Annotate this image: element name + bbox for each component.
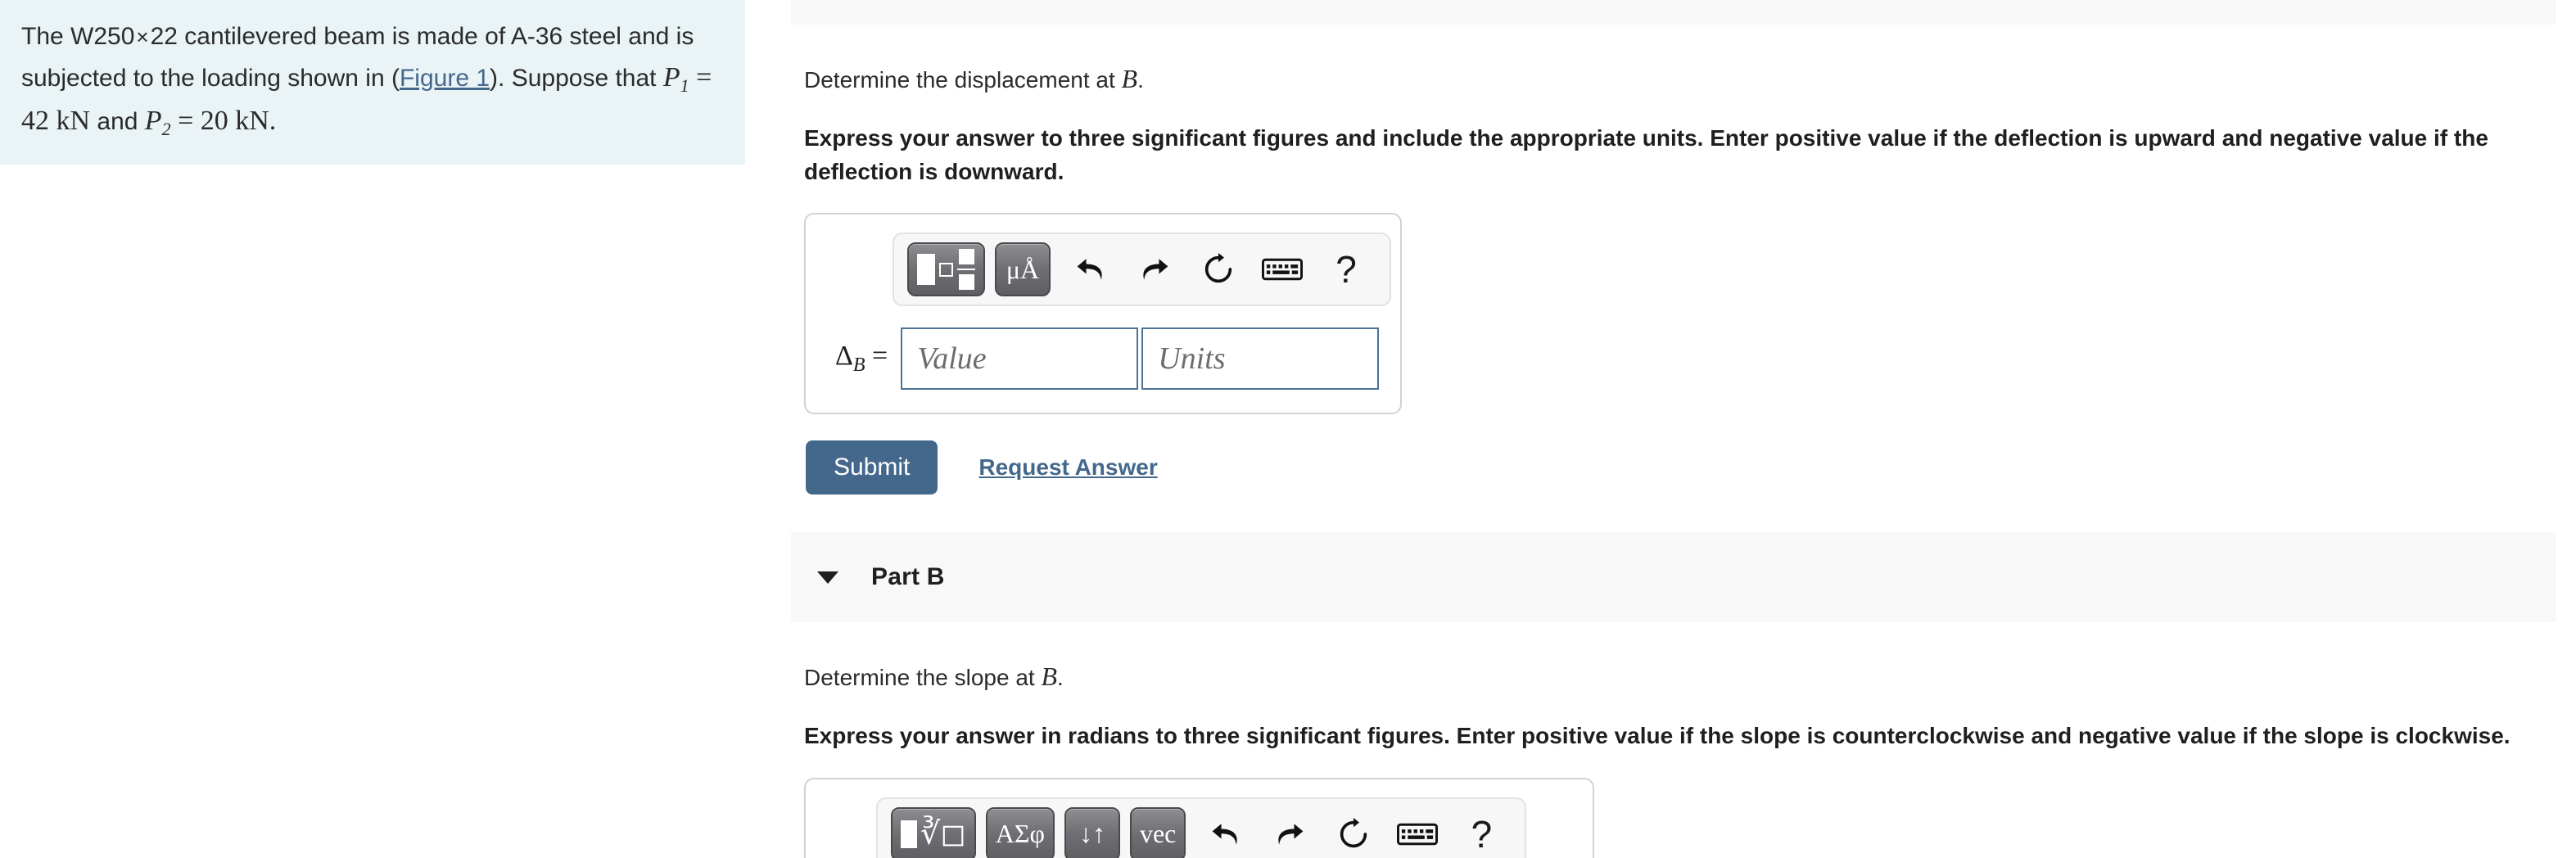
part-a-prompt-variable: B xyxy=(1121,64,1138,93)
undo-icon[interactable] xyxy=(1195,807,1256,858)
part-b-prompt-text: Determine the slope at xyxy=(804,665,1042,691)
part-a-variable-label: ΔB = xyxy=(835,341,888,377)
part-b-answer-box: ∛◻ ΑΣφ ↓↑ vec ? xyxy=(804,777,1594,858)
help-icon[interactable]: ? xyxy=(1316,242,1376,296)
vec-button-label: vec xyxy=(1139,819,1177,849)
vector-icon[interactable]: vec xyxy=(1129,806,1186,858)
units-button-label: μÅ xyxy=(1006,254,1040,284)
redo-icon[interactable] xyxy=(1259,807,1320,858)
part-a-input-row: ΔB = xyxy=(827,327,1380,391)
template-layout-glyph xyxy=(917,249,975,291)
part-a-math-toolbar: μÅ ? xyxy=(893,233,1391,307)
p2-value: = 20 kN. xyxy=(170,105,277,136)
reset-icon[interactable] xyxy=(1188,242,1249,296)
part-a-prompt-text: Determine the displacement at xyxy=(804,67,1122,93)
part-a-equals-sign: = xyxy=(872,341,888,372)
part-b-math-toolbar: ∛◻ ΑΣφ ↓↑ vec ? xyxy=(876,797,1527,858)
chevron-down-icon[interactable] xyxy=(817,571,838,584)
p1-subscript: 1 xyxy=(680,75,689,96)
part-a-body: Determine the displacement at B. Express… xyxy=(791,64,2576,495)
reset-icon[interactable] xyxy=(1323,807,1384,858)
redo-icon[interactable] xyxy=(1124,242,1185,296)
part-b-instruction: Express your answer in radians to three … xyxy=(804,723,2510,749)
template-layout-icon[interactable] xyxy=(907,242,985,297)
page-root: The W250×22 cantilevered beam is made of… xyxy=(0,0,2576,858)
part-b-prompt-period: . xyxy=(1057,665,1064,691)
part-a-prompt-period: . xyxy=(1137,67,1144,93)
part-a-units-input[interactable] xyxy=(1141,327,1380,391)
part-a-instruction: Express your answer to three significant… xyxy=(804,125,2488,184)
problem-text-part1: The W250 xyxy=(21,23,135,50)
keyboard-icon[interactable] xyxy=(1252,242,1313,296)
arrows-updown-icon[interactable]: ↓↑ xyxy=(1064,806,1120,858)
part-a-delta-subscript: B xyxy=(852,354,865,377)
request-answer-link[interactable]: Request Answer xyxy=(978,454,1157,481)
greek-button-label: ΑΣφ xyxy=(995,819,1045,849)
figure-1-link[interactable]: Figure 1 xyxy=(400,65,490,92)
part-a-prompt: Determine the displacement at B. xyxy=(804,64,2576,94)
times-symbol: × xyxy=(136,25,149,49)
part-b-prompt-variable: B xyxy=(1041,662,1058,692)
submit-button[interactable]: Submit xyxy=(806,440,938,495)
part-b-body: Determine the slope at B. Express your a… xyxy=(791,662,2576,858)
p1-symbol: P xyxy=(662,61,680,93)
radical-template-icon[interactable]: ∛◻ xyxy=(891,806,976,858)
problem-text-part3: ). Suppose that xyxy=(490,64,663,92)
part-a-value-input[interactable] xyxy=(901,327,1139,391)
p2-symbol: P xyxy=(144,105,162,136)
part-a-delta-symbol: Δ xyxy=(835,341,853,372)
units-micro-angstrom-icon[interactable]: μÅ xyxy=(995,242,1051,297)
radical-template-glyph: ∛◻ xyxy=(901,819,966,850)
undo-icon[interactable] xyxy=(1060,242,1121,296)
problem-text: The W250×22 cantilevered beam is made of… xyxy=(21,18,717,143)
p2-subscript: 2 xyxy=(161,118,171,139)
conjunction-and: and xyxy=(90,107,145,135)
part-a-actions: Submit Request Answer xyxy=(804,440,2576,495)
help-icon[interactable]: ? xyxy=(1451,807,1512,858)
answer-panel: Determine the displacement at B. Express… xyxy=(745,0,2576,858)
part-b-prompt: Determine the slope at B. xyxy=(804,662,2576,692)
keyboard-icon[interactable] xyxy=(1387,807,1448,858)
problem-statement-panel: The W250×22 cantilevered beam is made of… xyxy=(0,0,745,858)
problem-card: The W250×22 cantilevered beam is made of… xyxy=(0,0,745,165)
part-a-answer-box: μÅ ? ΔB = Value Units xyxy=(804,213,1402,415)
part-b-title: Part B xyxy=(871,563,945,591)
part-a-header-stub[interactable] xyxy=(791,0,2556,25)
greek-letters-icon[interactable]: ΑΣφ xyxy=(985,806,1055,858)
arrows-button-label: ↓↑ xyxy=(1078,819,1105,849)
part-b-header[interactable]: Part B xyxy=(791,532,2556,623)
